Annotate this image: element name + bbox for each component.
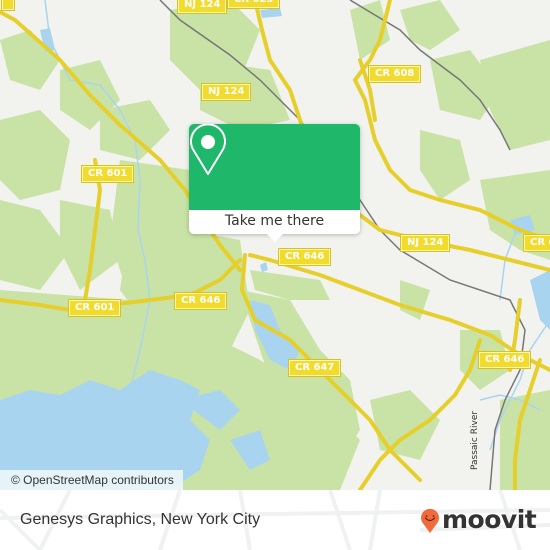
popup-header[interactable] [189,124,360,210]
road-label-cr647: CR 647 [287,359,342,377]
popup-pointer [266,233,284,242]
road-label-cr623: CR 623 [226,0,281,9]
road-label-cr608: CR 608 [367,65,422,83]
river-label-passaic: Passaic River [470,410,480,470]
location-popup[interactable]: Take me there [189,124,360,242]
place-name: Genesys Graphics, New York City [20,511,261,528]
road-label-cr646-west: CR 646 [173,292,228,310]
road-label-cr6-edge: CR 6 [522,234,550,252]
road-label-nj124-mid: NJ 124 [200,83,252,101]
road-label-cr646-center: CR 646 [277,248,332,266]
road-label-cr [1,0,15,11]
moovit-wordmark: moovit [442,505,537,534]
road-label-nj124-top: NJ 124 [176,0,228,14]
map-attribution[interactable]: © OpenStreetMap contributors [0,470,183,490]
map-pin-icon [190,124,226,175]
map[interactable]: NJ 124 CR 623 CR 608 NJ 124 CR 601 NJ 12… [0,0,550,490]
footer: Genesys Graphics, New York City moovit [0,490,550,550]
moovit-smiley-pin-icon [421,508,439,533]
road-label-cr601-upper: CR 601 [80,165,135,183]
take-me-there-button[interactable]: Take me there [189,210,360,234]
road-label-nj124-east: NJ 124 [399,234,451,252]
road-label-cr601-lower: CR 601 [67,299,122,317]
map-tiles [0,0,550,490]
road-label-cr646-east: CR 646 [477,351,532,369]
